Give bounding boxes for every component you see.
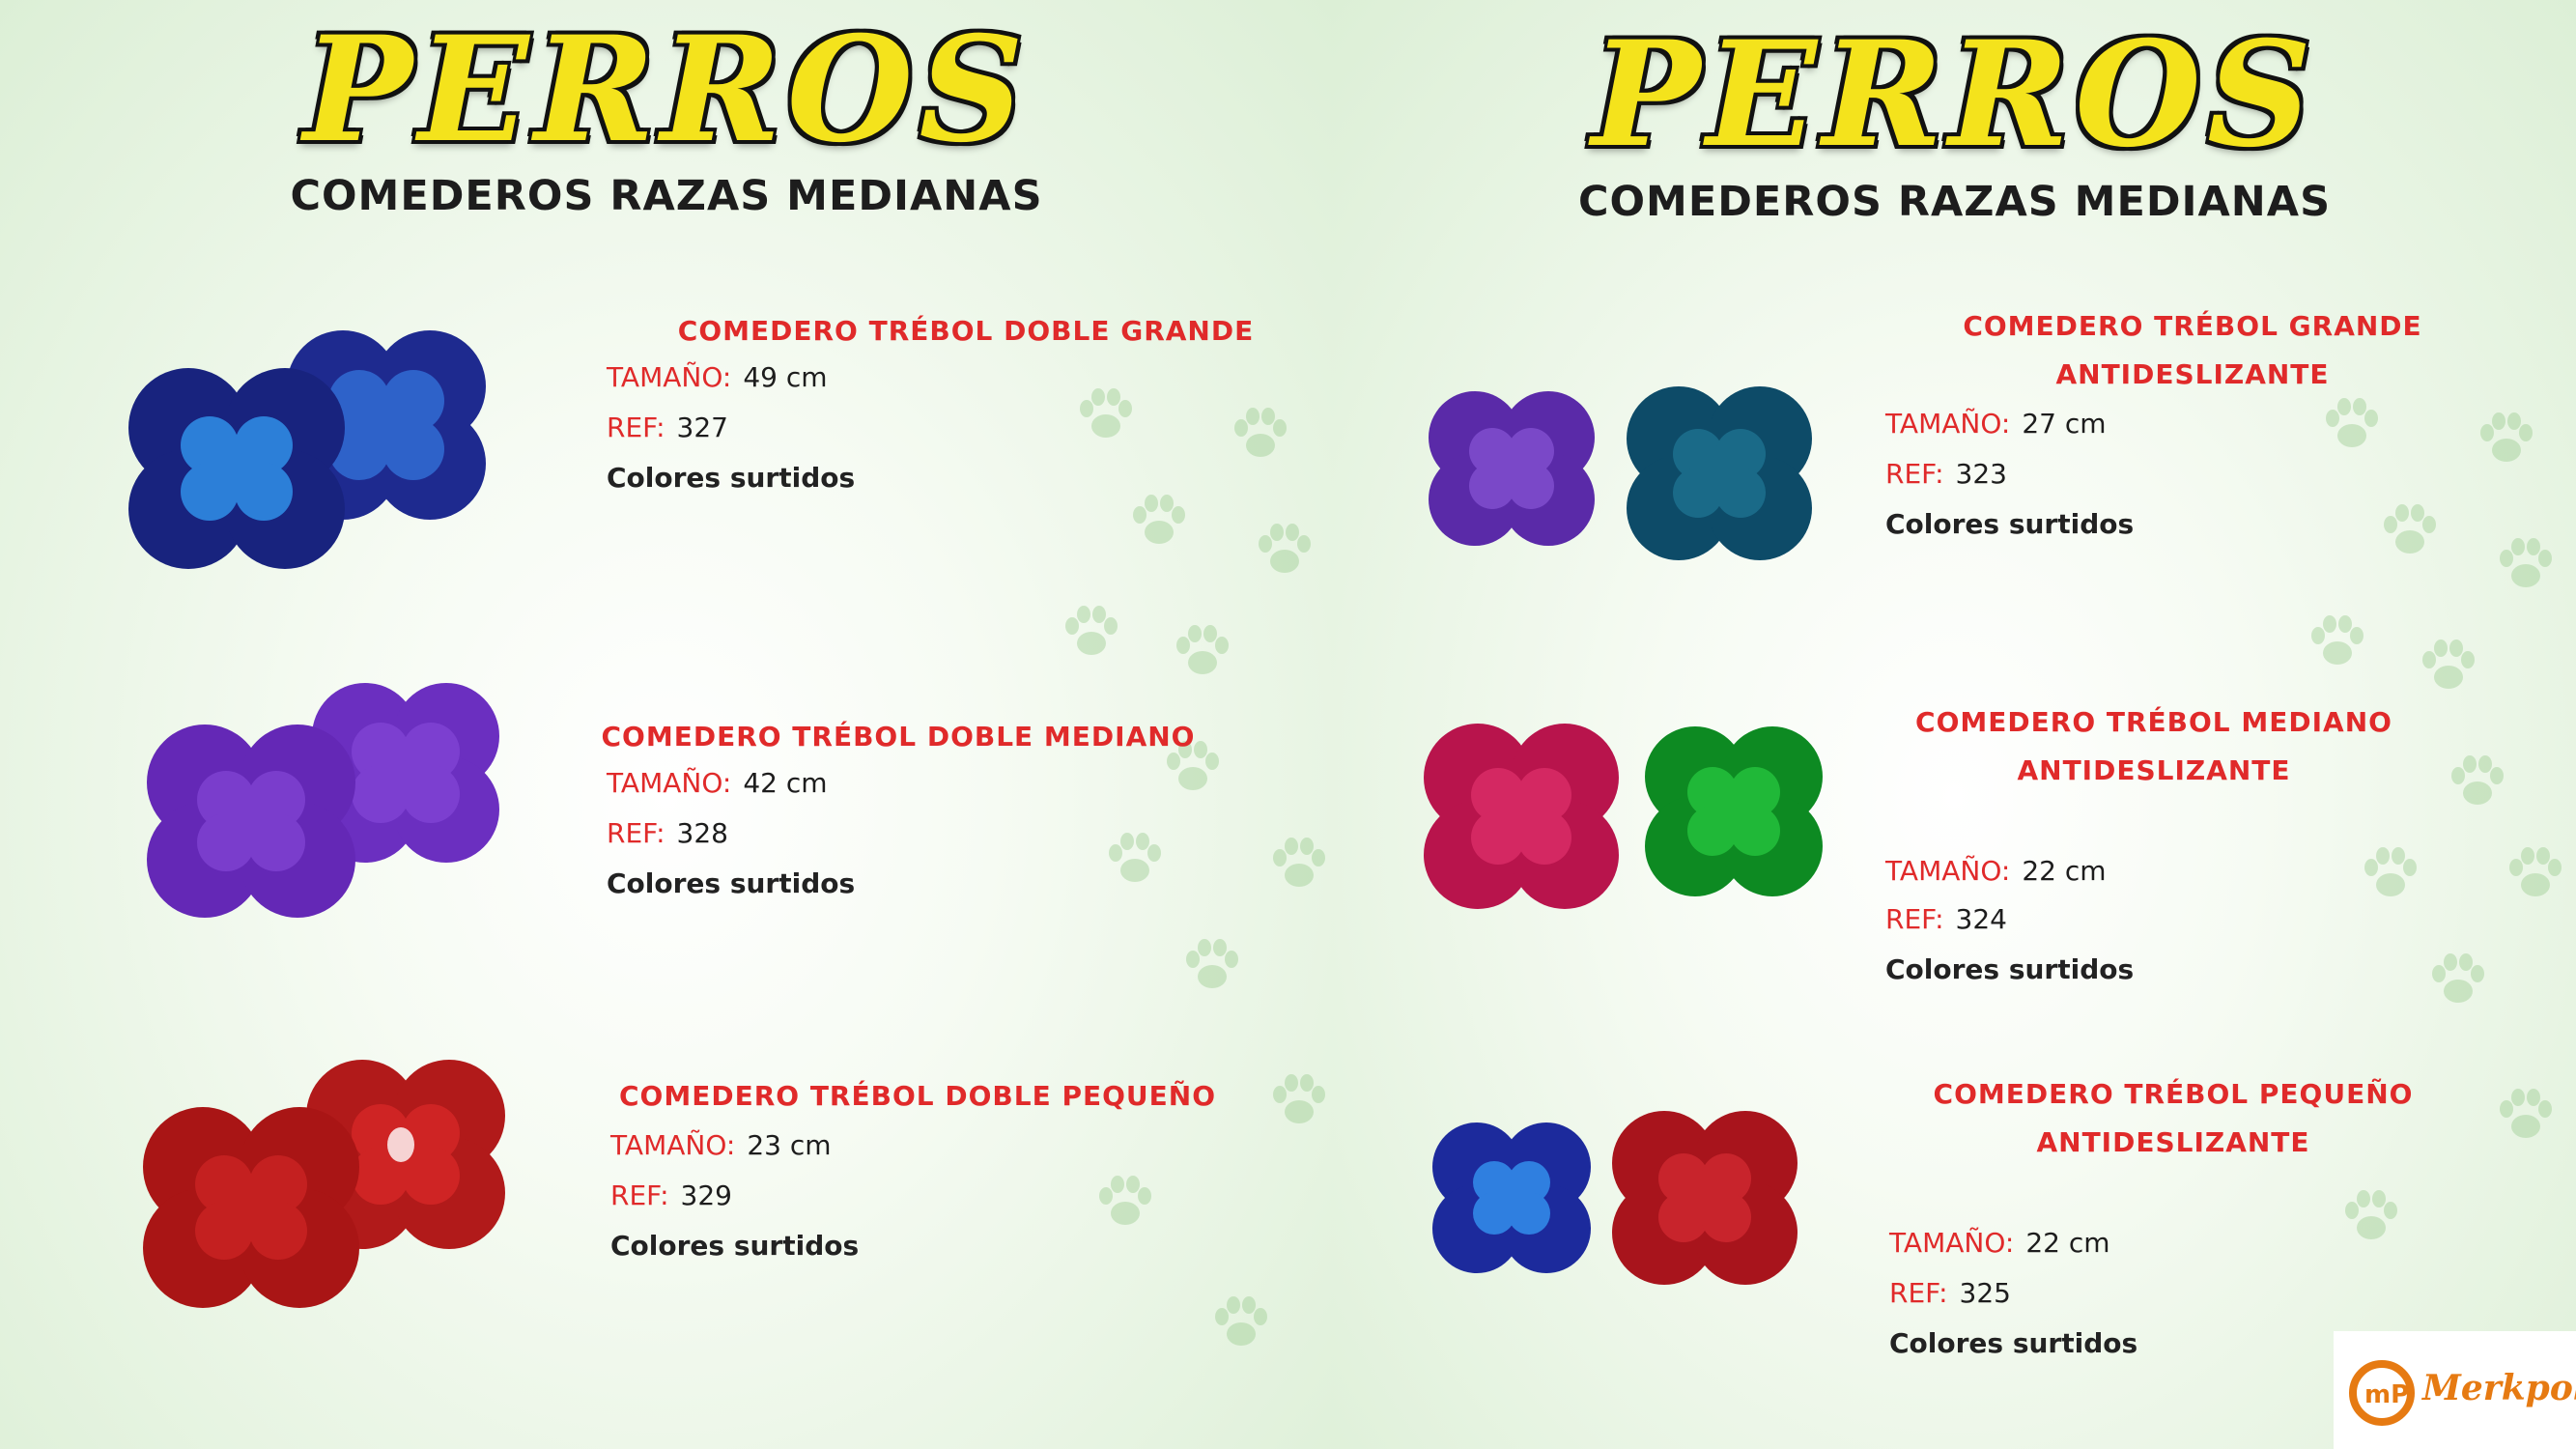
product-title: COMEDERO TRÉBOL MEDIANO ANTIDESLIZANTE (1912, 698, 2395, 795)
merkpol-logo-icon: mP (2345, 1352, 2422, 1430)
product-colors: Colores surtidos (1889, 1327, 2138, 1359)
product-size: TAMAÑO: 22 cm (1889, 1227, 2110, 1259)
product-title-line1: COMEDERO TRÉBOL PEQUEÑO (1933, 1078, 2414, 1110)
logo-mark-text: mP (2364, 1380, 2409, 1409)
paw-print-icon (2318, 391, 2386, 459)
paw-print-icon (1178, 932, 1246, 1000)
product-title: COMEDERO TRÉBOL GRANDE ANTIDESLIZANTE (1951, 302, 2434, 399)
paw-print-icon (1072, 382, 1140, 449)
product-image-pequeno-antideslizante (1420, 1106, 1816, 1290)
product-title-line1: COMEDERO TRÉBOL GRANDE (1963, 310, 2422, 342)
product-size: TAMAÑO: 42 cm (607, 767, 828, 799)
product-colors: Colores surtidos (607, 867, 856, 899)
paw-print-icon (1207, 1290, 1275, 1357)
paw-print-icon (2415, 633, 2482, 700)
product-colors: Colores surtidos (610, 1230, 860, 1262)
product-size: TAMAÑO: 22 cm (1885, 855, 2107, 887)
product-ref: REF: 325 (1889, 1277, 2011, 1309)
page-subtitle: COMEDEROS RAZAS MEDIANAS (290, 172, 1043, 220)
paw-print-icon (2376, 497, 2444, 565)
product-colors: Colores surtidos (1885, 508, 2135, 540)
paw-print-icon (1101, 826, 1169, 894)
product-title-line1: COMEDERO TRÉBOL MEDIANO (1915, 706, 2392, 738)
paw-print-icon (1125, 488, 1193, 555)
paw-print-icon (2337, 1183, 2405, 1251)
product-image-mediano-antideslizante (1410, 715, 1835, 918)
right-catalog-panel: PERROS COMEDEROS RAZAS MEDIANAS COMEDERO… (1333, 0, 2576, 1449)
product-ref: REF: 324 (1885, 903, 2007, 935)
paw-print-icon (2502, 840, 2569, 908)
paw-print-icon (2444, 749, 2511, 816)
paw-print-icon (2357, 840, 2424, 908)
product-size: TAMAÑO: 27 cm (1885, 408, 2107, 440)
product-image-grande-antideslizante (1415, 382, 1830, 565)
product-ref: REF: 328 (607, 817, 728, 849)
product-size: TAMAÑO: 49 cm (607, 361, 828, 393)
product-image-doble-grande (77, 299, 541, 589)
paw-print-icon (1091, 1169, 1159, 1236)
paw-print-icon (1227, 401, 1294, 469)
product-ref: REF: 327 (607, 412, 728, 443)
merkpol-logo: mP Merkpol (2334, 1331, 2576, 1449)
paw-print-icon (2473, 406, 2540, 473)
product-title: COMEDERO TRÉBOL DOBLE PEQUEÑO (619, 1080, 1216, 1112)
product-ref: REF: 323 (1885, 458, 2007, 490)
paw-print-icon (2492, 1082, 2560, 1150)
paw-print-icon (1265, 831, 1333, 898)
product-title: COMEDERO TRÉBOL DOBLE MEDIANO (601, 721, 1196, 753)
paw-print-icon (2304, 609, 2371, 676)
product-title: COMEDERO TRÉBOL DOBLE GRANDE (677, 315, 1255, 347)
paw-print-icon (1251, 517, 1318, 584)
product-colors: Colores surtidos (1885, 953, 2135, 985)
paw-print-icon (1265, 1067, 1333, 1135)
product-image-doble-pequeno (106, 1034, 541, 1323)
product-title-line2: ANTIDESLIZANTE (2055, 358, 2330, 390)
product-colors: Colores surtidos (607, 462, 856, 494)
page-subtitle: COMEDEROS RAZAS MEDIANAS (1577, 178, 2332, 226)
logo-name: Merkpol (2422, 1368, 2576, 1408)
paw-print-icon (2492, 531, 2560, 599)
left-catalog-panel: PERROS COMEDEROS RAZAS MEDIANAS COMEDERO… (0, 0, 1333, 1449)
brand-title: PERROS (303, 5, 1030, 175)
paw-print-icon (1058, 599, 1125, 667)
paw-print-icon (1169, 618, 1236, 686)
product-title-line2: ANTIDESLIZANTE (2017, 754, 2291, 786)
product-ref: REF: 329 (610, 1179, 732, 1211)
paw-print-icon (2424, 947, 2492, 1014)
product-image-doble-mediano (106, 657, 531, 937)
brand-title: PERROS (1591, 10, 2318, 180)
product-title: COMEDERO TRÉBOL PEQUEÑO ANTIDESLIZANTE (1932, 1070, 2415, 1167)
product-title-line2: ANTIDESLIZANTE (2036, 1126, 2310, 1158)
product-size: TAMAÑO: 23 cm (610, 1129, 832, 1161)
